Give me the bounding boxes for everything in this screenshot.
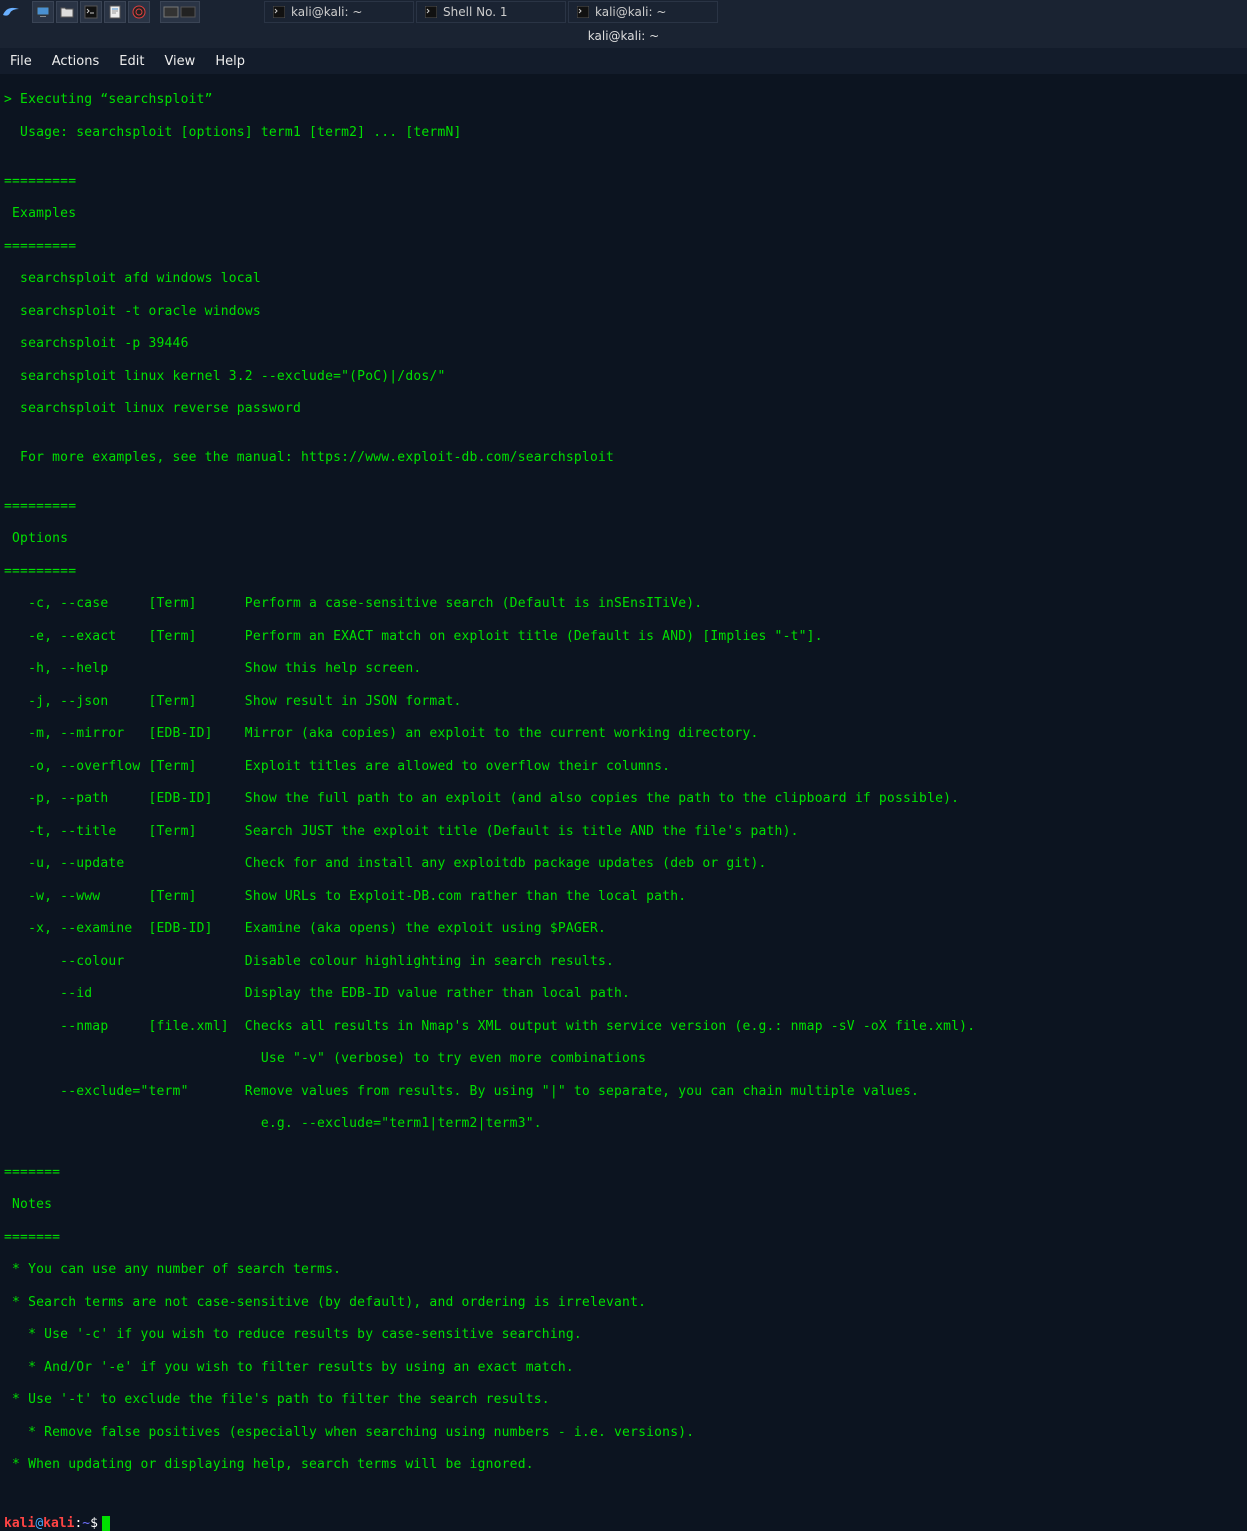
term-line: * You can use any number of search terms… [4, 1262, 1243, 1278]
text-editor-icon[interactable] [104, 1, 126, 23]
term-line: searchsploit linux reverse password [4, 401, 1243, 417]
menu-view[interactable]: View [164, 54, 195, 69]
term-line: Use "-v" (verbose) to try even more comb… [4, 1051, 1243, 1067]
term-line: Usage: searchsploit [options] term1 [ter… [4, 125, 1243, 141]
term-line: --colour Disable colour highlighting in … [4, 954, 1243, 970]
browser-icon[interactable] [128, 1, 150, 23]
term-line: ========= [4, 499, 1243, 515]
term-line: e.g. --exclude="term1|term2|term3". [4, 1116, 1243, 1132]
prompt-at: @ [35, 1516, 43, 1531]
term-line: > Executing “searchsploit” [4, 92, 1243, 108]
window-titlebar: kali@kali: ~ [0, 24, 1247, 48]
term-line: For more examples, see the manual: https… [4, 450, 1243, 466]
term-line: Examples [4, 206, 1243, 222]
menu-help[interactable]: Help [215, 54, 245, 69]
terminal-output[interactable]: > Executing “searchsploit” Usage: search… [0, 74, 1247, 1516]
term-line: * Use '-t' to exclude the file's path to… [4, 1392, 1243, 1408]
term-line: ========= [4, 239, 1243, 255]
term-line: -t, --title [Term] Search JUST the explo… [4, 824, 1243, 840]
term-line: -w, --www [Term] Show URLs to Exploit-DB… [4, 889, 1243, 905]
menubar: File Actions Edit View Help [0, 48, 1247, 74]
term-line: * When updating or displaying help, sear… [4, 1457, 1243, 1473]
term-line: -h, --help Show this help screen. [4, 661, 1243, 677]
term-line: --exclude="term" Remove values from resu… [4, 1084, 1243, 1100]
terminal-mini-icon [425, 6, 437, 18]
prompt-symbol: $ [90, 1516, 98, 1531]
files-icon[interactable] [56, 1, 78, 23]
taskbar-label: Shell No. 1 [443, 5, 507, 19]
shell-prompt[interactable]: kali@kali:~$ [0, 1516, 1247, 1531]
workspace-switcher-icon[interactable] [160, 1, 200, 23]
term-line: searchsploit -p 39446 [4, 336, 1243, 352]
terminal-mini-icon [273, 6, 285, 18]
term-line: -e, --exact [Term] Perform an EXACT matc… [4, 629, 1243, 645]
term-line: -o, --overflow [Term] Exploit titles are… [4, 759, 1243, 775]
menu-file[interactable]: File [10, 54, 32, 69]
taskbar-btn-shell[interactable]: Shell No. 1 [416, 1, 566, 23]
cursor-icon [102, 1516, 110, 1531]
kali-menu-icon[interactable] [0, 1, 22, 23]
term-line: * Use '-c' if you wish to reduce results… [4, 1327, 1243, 1343]
term-line: * Search terms are not case-sensitive (b… [4, 1295, 1243, 1311]
term-line: -x, --examine [EDB-ID] Examine (aka open… [4, 921, 1243, 937]
term-line: --id Display the EDB-ID value rather tha… [4, 986, 1243, 1002]
term-line: Options [4, 531, 1243, 547]
term-line: searchsploit -t oracle windows [4, 304, 1243, 320]
menu-edit[interactable]: Edit [119, 54, 144, 69]
term-line: ======= [4, 1165, 1243, 1181]
term-line: ========= [4, 564, 1243, 580]
term-line: ======= [4, 1230, 1243, 1246]
term-line: * Remove false positives (especially whe… [4, 1425, 1243, 1441]
window-title: kali@kali: ~ [588, 29, 659, 43]
taskbar-label: kali@kali: ~ [595, 5, 666, 19]
terminal-mini-icon [577, 6, 589, 18]
term-line: -m, --mirror [EDB-ID] Mirror (aka copies… [4, 726, 1243, 742]
menu-actions[interactable]: Actions [52, 54, 100, 69]
prompt-user: kali [4, 1516, 35, 1531]
term-line: searchsploit linux kernel 3.2 --exclude=… [4, 369, 1243, 385]
term-line: --nmap [file.xml] Checks all results in … [4, 1019, 1243, 1035]
prompt-host: kali [43, 1516, 74, 1531]
taskbar-label: kali@kali: ~ [291, 5, 362, 19]
term-line: ========= [4, 174, 1243, 190]
taskbar-btn-term1[interactable]: kali@kali: ~ [264, 1, 414, 23]
term-line: Notes [4, 1197, 1243, 1213]
term-line: searchsploit afd windows local [4, 271, 1243, 287]
terminal-icon[interactable] [80, 1, 102, 23]
taskbar: kali@kali: ~ Shell No. 1 kali@kali: ~ [0, 0, 1247, 24]
prompt-colon: : [74, 1516, 82, 1531]
term-line: -p, --path [EDB-ID] Show the full path t… [4, 791, 1243, 807]
taskbar-btn-term2[interactable]: kali@kali: ~ [568, 1, 718, 23]
term-line: -j, --json [Term] Show result in JSON fo… [4, 694, 1243, 710]
term-line: * And/Or '-e' if you wish to filter resu… [4, 1360, 1243, 1376]
desktop-icon[interactable] [32, 1, 54, 23]
term-line: -c, --case [Term] Perform a case-sensiti… [4, 596, 1243, 612]
prompt-path: ~ [82, 1516, 90, 1531]
term-line: -u, --update Check for and install any e… [4, 856, 1243, 872]
